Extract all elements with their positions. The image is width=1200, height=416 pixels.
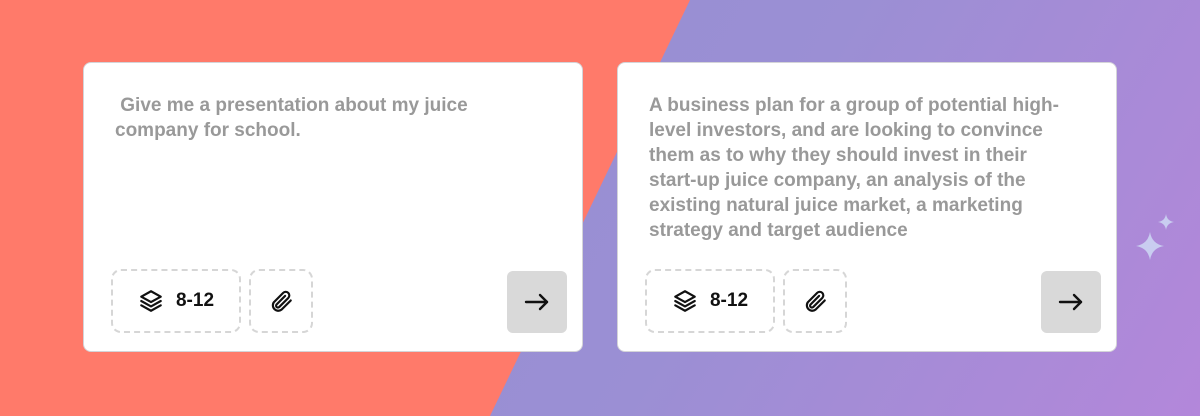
prompt-card-2: A business plan for a group of potential… xyxy=(617,62,1117,352)
send-button[interactable] xyxy=(507,271,567,333)
slide-count-label: 8-12 xyxy=(709,290,749,311)
prompt-card-1: Give me a presentation about my juice co… xyxy=(83,62,583,352)
slide-count-button[interactable]: 8-12 xyxy=(645,269,775,333)
slide-count-label: 8-12 xyxy=(175,290,215,311)
attach-button[interactable] xyxy=(783,269,847,333)
arrow-right-icon xyxy=(1058,292,1084,312)
slide-count-button[interactable]: 8-12 xyxy=(111,269,241,333)
layers-icon xyxy=(138,288,164,314)
prompt-text[interactable]: A business plan for a group of potential… xyxy=(649,93,1089,243)
paperclip-icon xyxy=(802,288,828,314)
attach-button[interactable] xyxy=(249,269,313,333)
paperclip-icon xyxy=(268,288,294,314)
sparkles-icon xyxy=(1130,210,1180,266)
arrow-right-icon xyxy=(524,292,550,312)
layers-icon xyxy=(672,288,698,314)
prompt-text[interactable]: Give me a presentation about my juice co… xyxy=(115,93,555,143)
send-button[interactable] xyxy=(1041,271,1101,333)
